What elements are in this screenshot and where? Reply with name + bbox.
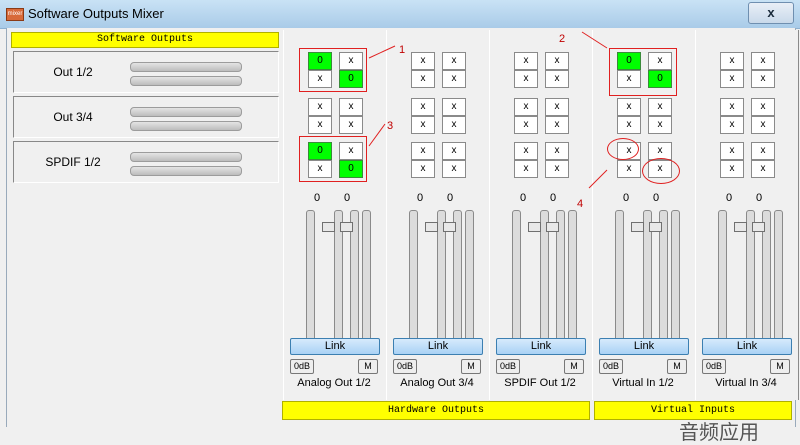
close-button[interactable]: x [748,2,794,24]
annotation-label: 1 [399,44,406,56]
app-icon: mixer [6,8,24,21]
mixer-client-area: Software Outputs Out 1/2 Out 3/4 SPDIF 1… [6,28,799,444]
annotation-label: 2 [559,33,566,45]
window-title: Software Outputs Mixer [28,6,164,21]
annotation-label: 4 [577,198,584,210]
annotation-arrows [368,31,608,189]
title-bar: mixer Software Outputs Mixer x [0,0,800,29]
annotation-label: 3 [387,120,394,132]
watermark: 音频应用 [679,420,759,444]
